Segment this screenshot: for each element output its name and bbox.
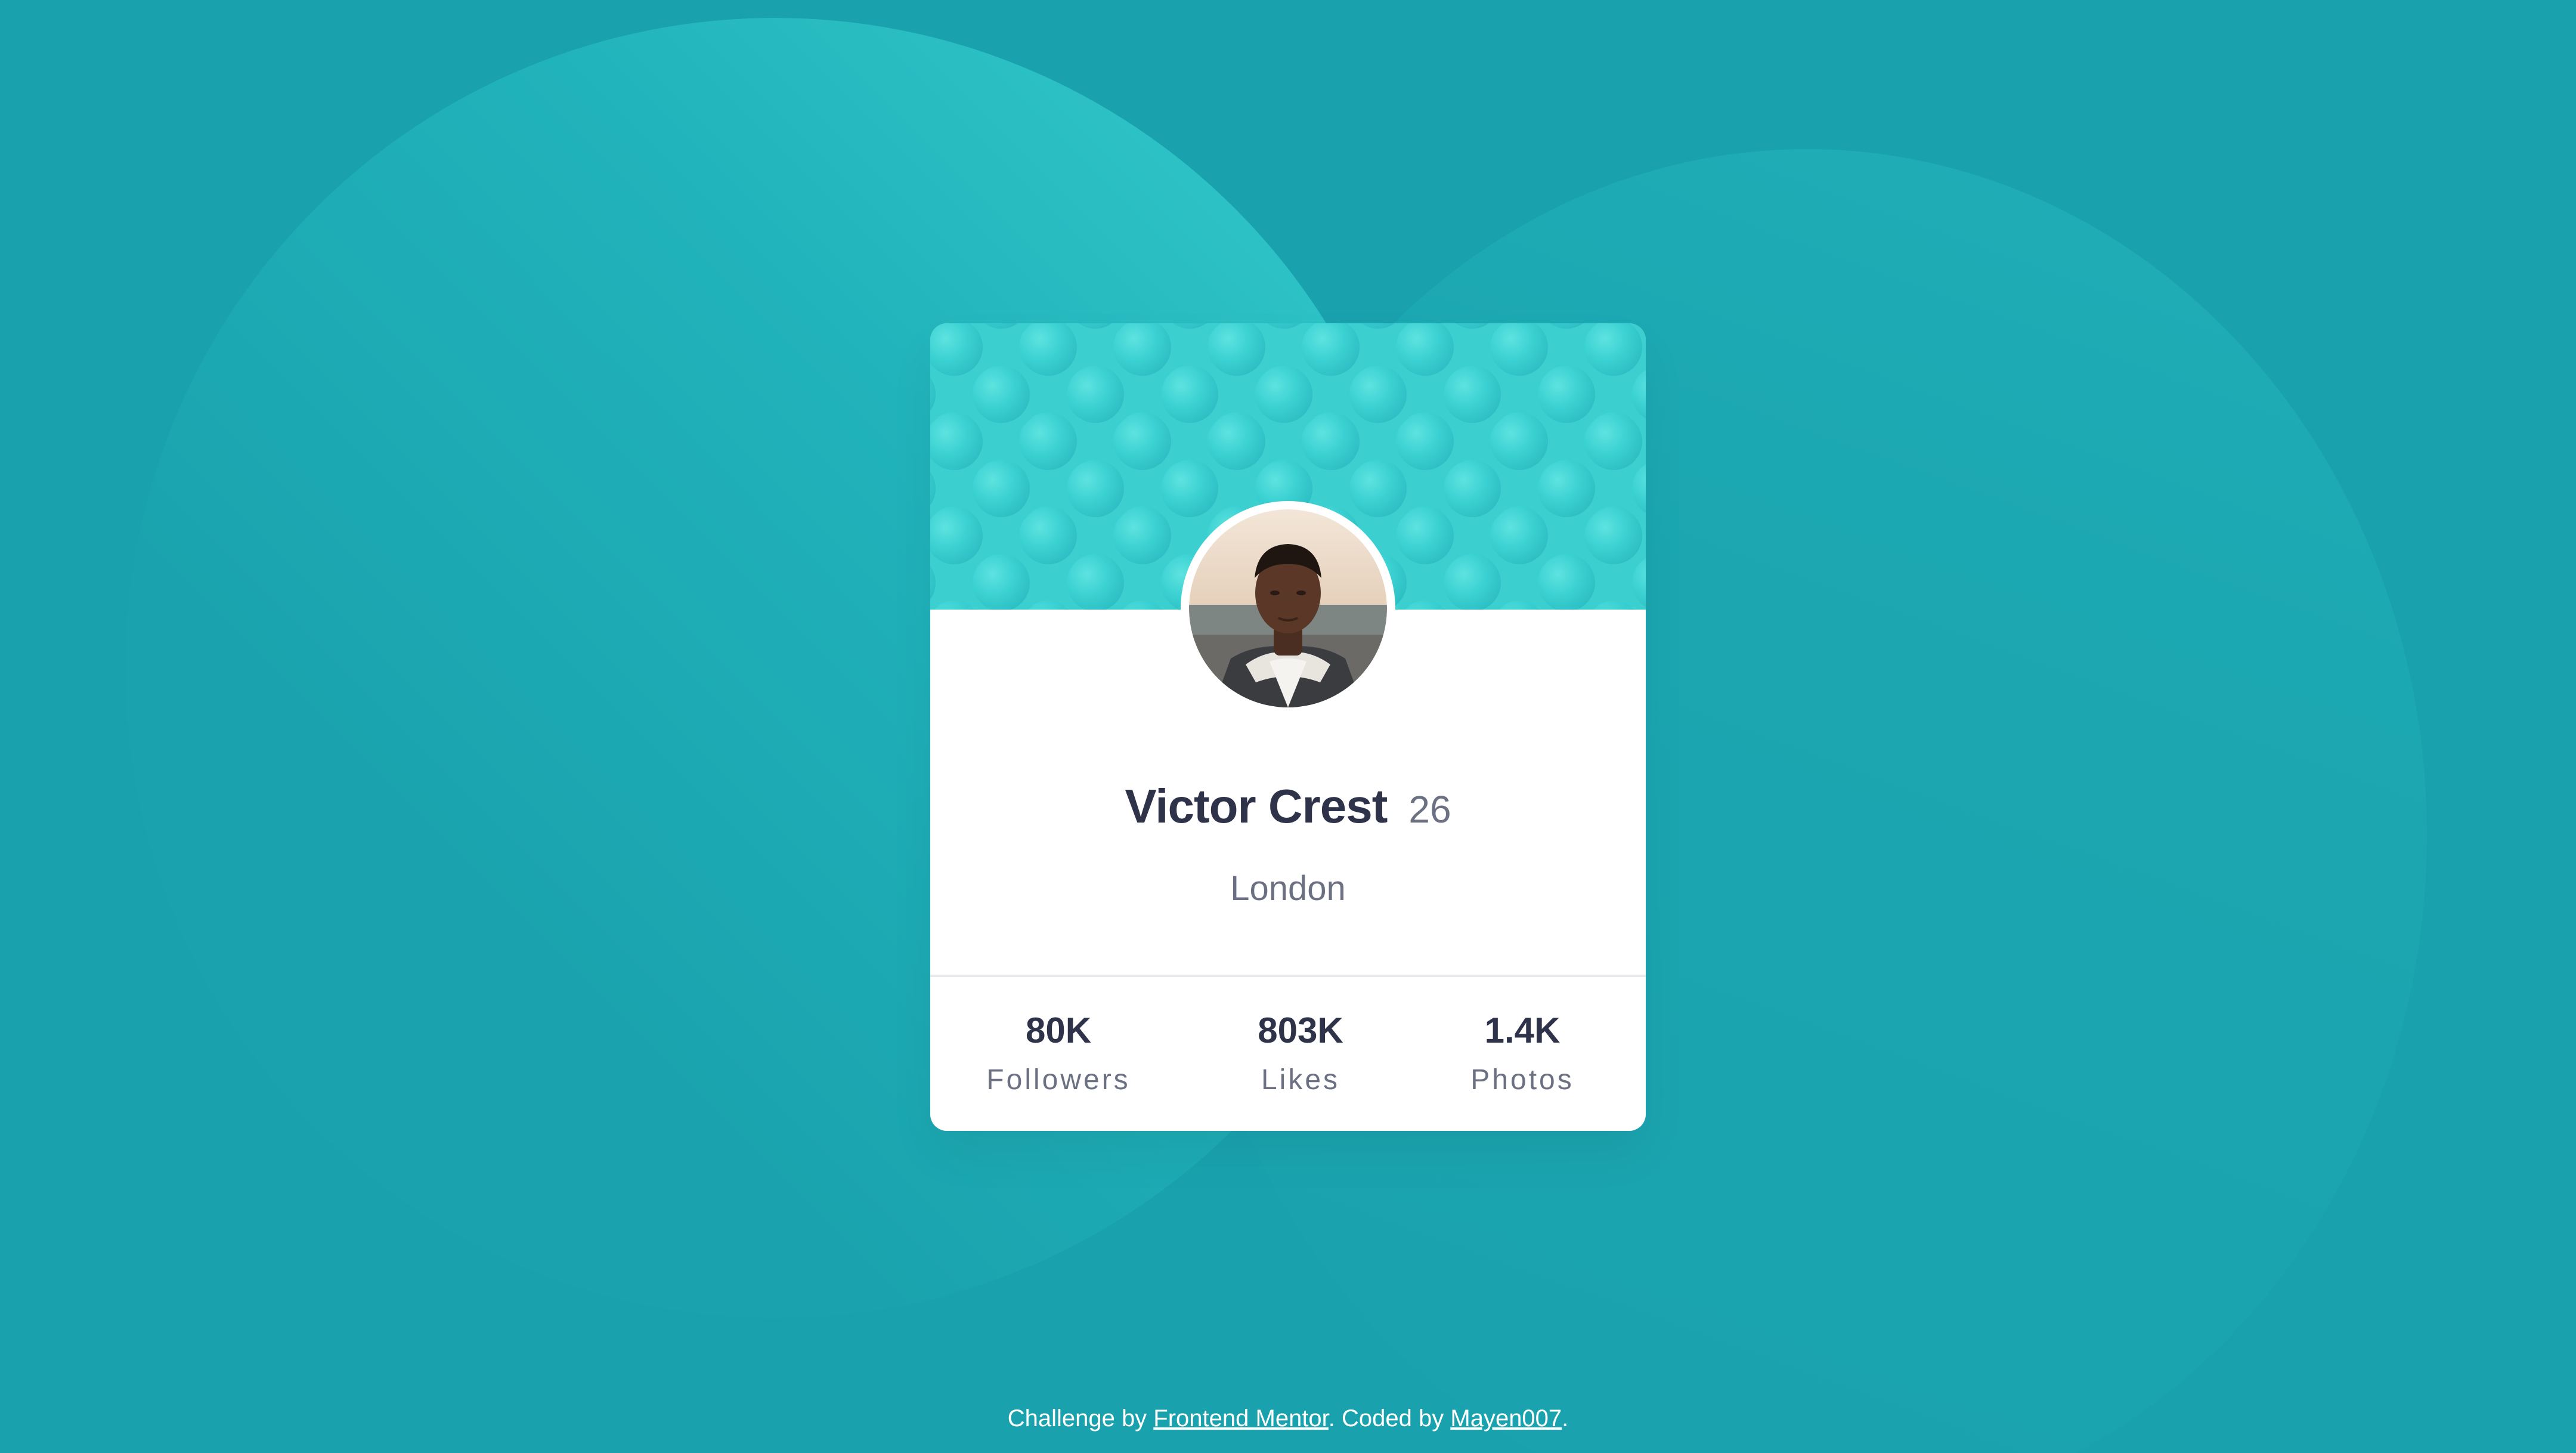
- stat-likes: 803K Likes: [1199, 1007, 1402, 1101]
- stat-label: Likes: [1261, 1064, 1340, 1096]
- avatar: [1181, 501, 1395, 716]
- profile-name: Victor Crest: [1125, 780, 1388, 833]
- stat-value: 803K: [1258, 1010, 1343, 1050]
- profile-photo-icon: [1189, 509, 1387, 707]
- stat-value: 80K: [1025, 1010, 1092, 1050]
- stat-photos: 1.4K Photos: [1421, 1007, 1624, 1101]
- attribution-prefix: Challenge by: [1007, 1405, 1154, 1432]
- stat-label: Followers: [986, 1064, 1131, 1096]
- stats-row: 80K Followers 803K Likes 1.4K Photos: [930, 1007, 1646, 1114]
- profile-age: 26: [1408, 788, 1451, 831]
- attribution-suffix: .: [1562, 1405, 1569, 1432]
- stat-followers: 80K Followers: [957, 1007, 1160, 1101]
- name-row: Victor Crest 26: [930, 779, 1646, 834]
- attribution-middle: . Coded by: [1328, 1405, 1451, 1432]
- stat-label: Photos: [1470, 1064, 1574, 1096]
- divider: [930, 975, 1646, 977]
- attribution: Challenge by Frontend Mentor. Coded by M…: [0, 1405, 2576, 1432]
- frontend-mentor-link[interactable]: Frontend Mentor: [1153, 1405, 1329, 1432]
- profile-location: London: [1230, 869, 1346, 908]
- stat-value: 1.4K: [1484, 1010, 1561, 1050]
- author-link[interactable]: Mayen007: [1450, 1405, 1562, 1432]
